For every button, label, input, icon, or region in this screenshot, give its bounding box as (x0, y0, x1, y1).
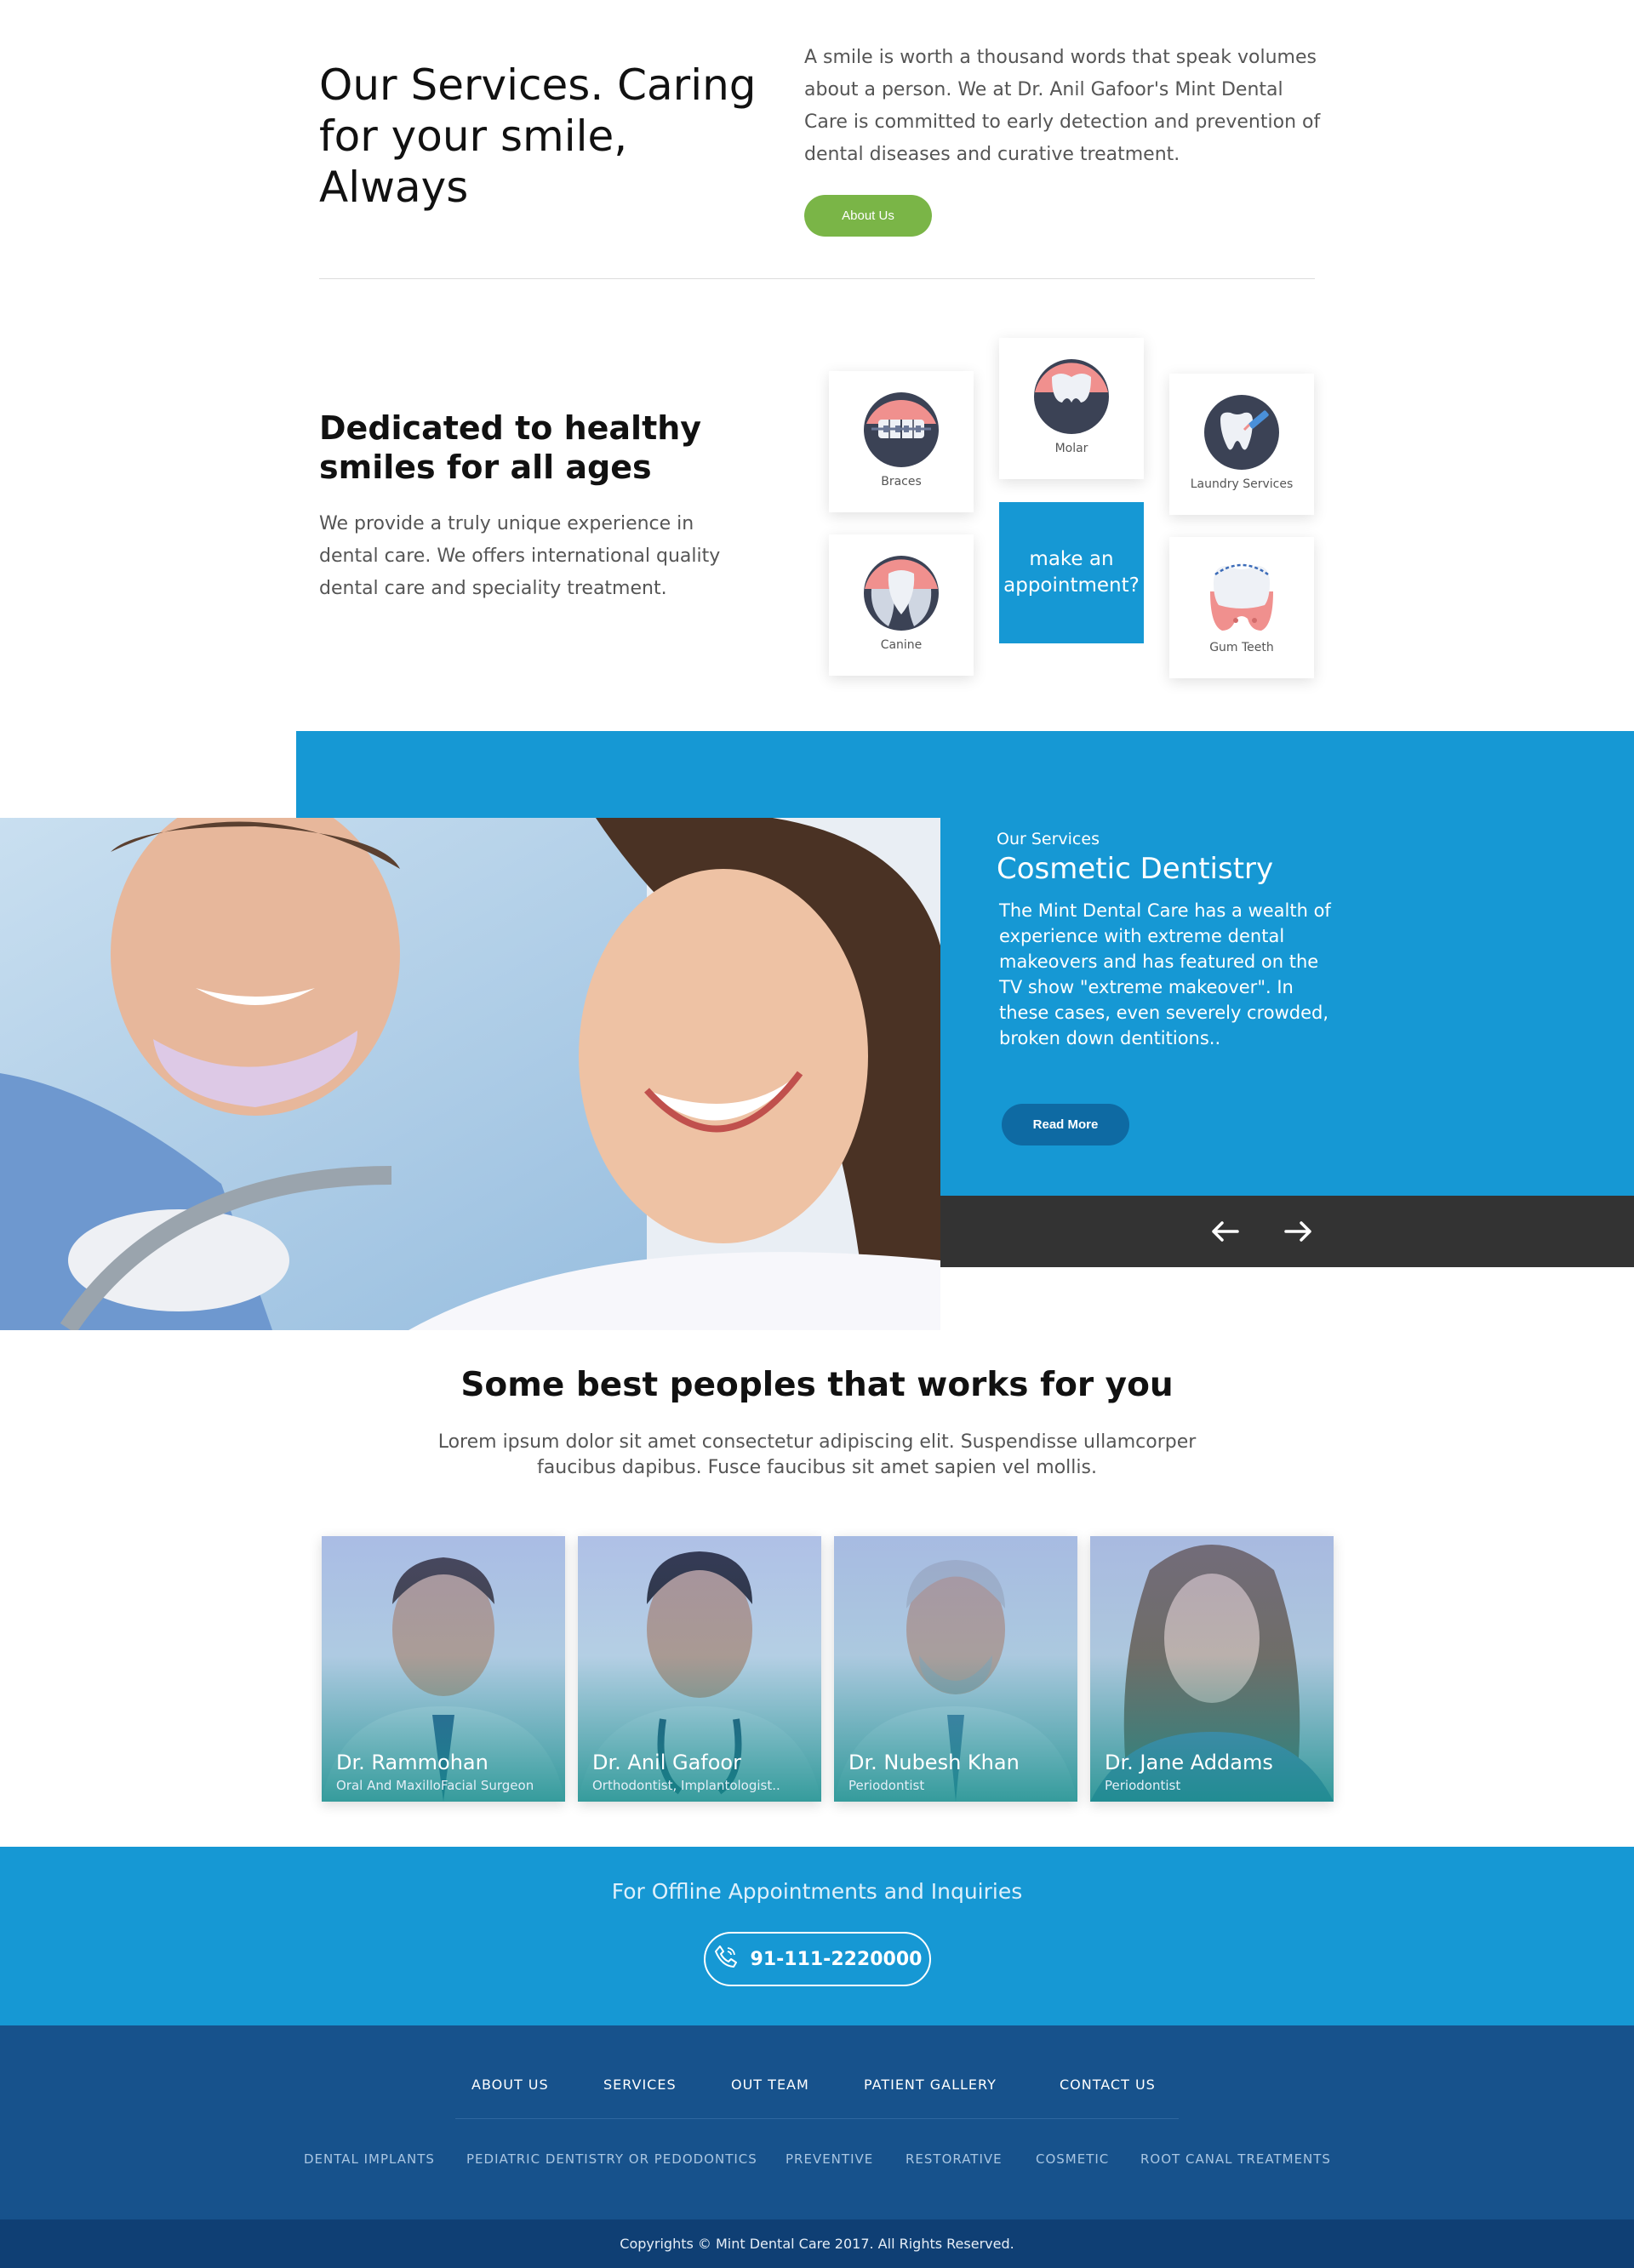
footer-nav-team[interactable]: OUT TEAM (731, 2077, 809, 2093)
footer (0, 2025, 1634, 2219)
footer-link-root-canal[interactable]: ROOT CANAL TREATMENTS (1140, 2151, 1331, 2167)
member-role: Orthodontist, Implantologist.. (592, 1778, 780, 1793)
member-role: Periodontist (848, 1778, 925, 1793)
dedicated-text: We provide a truly unique experience in … (319, 513, 721, 599)
service-label: Laundry Services (1190, 477, 1294, 491)
service-card-canine[interactable]: Canine (829, 534, 974, 676)
arrow-right-icon[interactable] (1280, 1213, 1317, 1250)
hero-subtitle: Our Services (997, 830, 1100, 848)
service-card-braces[interactable]: Braces (829, 371, 974, 512)
phone-button[interactable]: 91-111-2220000 (704, 1932, 931, 1986)
dentist-patient-photo (0, 818, 940, 1330)
arrow-left-icon[interactable] (1206, 1213, 1243, 1250)
intro-title: Our Services. Caring for your smile, Alw… (319, 60, 757, 212)
appointment-button[interactable]: make an appointment? (999, 502, 1144, 643)
service-label: Molar (1054, 442, 1088, 455)
service-label: Gum Teeth (1209, 641, 1274, 654)
member-role: Periodontist (1105, 1778, 1181, 1793)
footer-link-restorative[interactable]: RESTORATIVE (906, 2151, 1003, 2167)
footer-nav-services[interactable]: SERVICES (603, 2077, 677, 2093)
team-member-card[interactable]: Dr. Rammohan Oral And MaxilloFacial Surg… (322, 1536, 565, 1802)
gum-teeth-icon (1203, 557, 1280, 634)
team-member-card[interactable]: Dr. Nubesh Khan Periodontist (834, 1536, 1077, 1802)
footer-link-cosmetic[interactable]: COSMETIC (1036, 2151, 1109, 2167)
footer-nav-gallery[interactable]: PATIENT GALLERY (864, 2077, 997, 2093)
service-card-laundry[interactable]: Laundry Services (1169, 374, 1314, 515)
intro-text: A smile is worth a thousand words that s… (804, 47, 1321, 165)
member-name: Dr. Rammohan (336, 1751, 488, 1774)
service-card-molar[interactable]: Molar (999, 338, 1144, 479)
team-title: Some best peoples that works for you (460, 1366, 1174, 1404)
canine-icon (863, 555, 940, 631)
tooth-injection-icon (1203, 394, 1280, 471)
divider (319, 278, 1315, 279)
footer-link-pediatric[interactable]: PEDIATRIC DENTISTRY OR PEDODONTICS (466, 2151, 757, 2167)
braces-icon (863, 391, 940, 468)
copyright: Copyrights © Mint Dental Care 2017. All … (0, 2219, 1634, 2268)
footer-link-implants[interactable]: DENTAL IMPLANTS (304, 2151, 435, 2167)
team-member-card[interactable]: Dr. Jane Addams Periodontist (1090, 1536, 1334, 1802)
contact-label: For Offline Appointments and Inquiries (611, 1879, 1023, 1904)
hero-text: The Mint Dental Care has a wealth of exp… (999, 900, 1331, 1048)
about-us-button[interactable]: About Us (804, 195, 932, 237)
footer-nav-about[interactable]: ABOUT US (471, 2077, 549, 2093)
footer-divider (455, 2118, 1179, 2119)
hero-title: Cosmetic Dentistry (997, 852, 1274, 886)
dedicated-title: Dedicated to healthy smiles for all ages (319, 409, 702, 486)
molar-icon (1033, 358, 1110, 435)
read-more-button[interactable]: Read More (1002, 1104, 1129, 1145)
member-role: Oral And MaxilloFacial Surgeon (336, 1778, 534, 1793)
phone-icon (713, 1944, 739, 1974)
phone-number: 91-111-2220000 (750, 1948, 923, 1970)
service-label: Braces (881, 475, 922, 488)
footer-nav-contact[interactable]: CONTACT US (1060, 2077, 1156, 2093)
service-card-gum[interactable]: Gum Teeth (1169, 537, 1314, 678)
member-name: Dr. Anil Gafoor (592, 1751, 741, 1774)
member-name: Dr. Jane Addams (1105, 1751, 1273, 1774)
service-label: Canine (880, 638, 923, 652)
footer-link-preventive[interactable]: PREVENTIVE (786, 2151, 873, 2167)
member-name: Dr. Nubesh Khan (848, 1751, 1020, 1774)
team-text: Lorem ipsum dolor sit amet consectetur a… (437, 1431, 1197, 1478)
team-member-card[interactable]: Dr. Anil Gafoor Orthodontist, Implantolo… (578, 1536, 821, 1802)
